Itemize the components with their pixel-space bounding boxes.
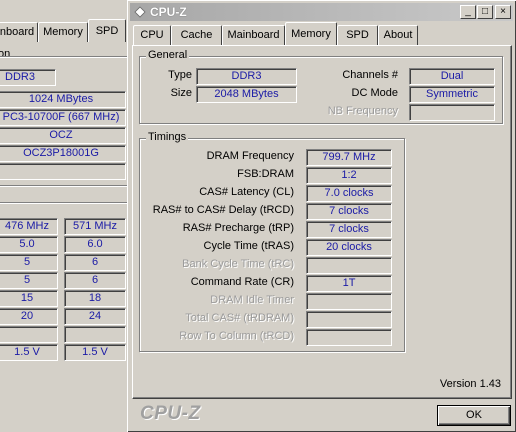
bg-memory-type: DDR3 [0, 69, 56, 86]
cpuz-brand-logo: CPU-Z [140, 403, 201, 424]
channels-value: Dual [409, 68, 495, 85]
bg-serial-number [0, 163, 126, 180]
minimize-button[interactable]: _ [460, 5, 476, 19]
nb-frequency-value [409, 104, 495, 121]
bg-module-size: 1024 MBytes [0, 91, 126, 108]
bg-manufacturer: OCZ [0, 127, 126, 144]
timing-value [306, 311, 392, 328]
timing-label: DRAM Idle Timer [210, 294, 294, 306]
type-value: DDR3 [196, 68, 297, 85]
cpuz-window: CPU-Z _ □ × CPU Cache Mainboard Memory S… [127, 0, 516, 432]
dc-mode-label: DC Mode [351, 87, 398, 99]
version-label: Version 1.43 [439, 378, 501, 390]
bg-spd-timing-cell: 476 MHz [0, 218, 58, 235]
timing-value: 7.0 clocks [306, 185, 392, 202]
bg-spd-timing-cell: 1.5 V [0, 344, 58, 361]
bg-spd-timing-cell: 6 [64, 272, 126, 289]
bg-spd-timing-cell: 1.5 V [64, 344, 126, 361]
timing-label: DRAM Frequency [206, 150, 294, 162]
timing-value: 20 clocks [306, 239, 392, 256]
close-icon: × [500, 6, 506, 17]
bg-spd-timing-cell: 5 [0, 254, 58, 271]
timing-value: 1T [306, 275, 392, 292]
memory-panel: General Type DDR3 Size 2048 MBytes Chann… [132, 45, 512, 399]
tab-memory[interactable]: Memory [285, 22, 337, 45]
timing-value [306, 257, 392, 274]
tab-about[interactable]: About [378, 25, 418, 45]
bg-spd-timing-cell [0, 326, 58, 343]
bg-spd-timing-cell: 6.0 [64, 236, 126, 253]
bg-section-label: on [0, 48, 11, 60]
divider [0, 202, 128, 204]
background-cpuz-window: nboard Memory SPD on DDR3 1024 MBytes PC… [0, 0, 140, 432]
bg-tab-mainboard[interactable]: nboard [0, 22, 38, 42]
timing-value: 799.7 MHz [306, 149, 392, 166]
bg-spd-timing-cell: 571 MHz [64, 218, 126, 235]
timing-value [306, 293, 392, 310]
tab-strip: CPU Cache Mainboard Memory SPD About [133, 22, 513, 45]
type-label: Type [168, 69, 192, 81]
timing-label: Row To Column (tRCD) [179, 330, 294, 342]
close-button[interactable]: × [495, 5, 511, 19]
maximize-icon: □ [481, 6, 489, 17]
dc-mode-value: Symmetric [409, 86, 495, 103]
bg-spd-timing-cell: 5.0 [0, 236, 58, 253]
minimize-icon: _ [465, 6, 471, 17]
bg-max-bandwidth: PC3-10700F (667 MHz) [0, 109, 126, 126]
divider [0, 185, 128, 187]
timing-value: 7 clocks [306, 221, 392, 238]
bg-tab-memory[interactable]: Memory [38, 22, 88, 42]
timing-label: Command Rate (CR) [190, 276, 294, 288]
size-label: Size [170, 87, 192, 99]
window-title: CPU-Z [150, 5, 187, 19]
bg-spd-timing-cell: 15 [0, 290, 58, 307]
timing-label: FSB:DRAM [237, 168, 294, 180]
general-group: General Type DDR3 Size 2048 MBytes Chann… [139, 49, 503, 124]
timing-label: RAS# to CAS# Delay (tRCD) [152, 204, 294, 216]
bg-spd-timing-cell: 24 [64, 308, 126, 325]
bg-part-number: OCZ3P18001G [0, 145, 126, 162]
timing-label: RAS# Precharge (tRP) [182, 222, 294, 234]
timing-label: Bank Cycle Time (tRC) [182, 258, 294, 270]
size-value: 2048 MBytes [196, 86, 297, 103]
nb-frequency-label: NB Frequency [327, 105, 398, 117]
tab-cache[interactable]: Cache [171, 25, 222, 45]
general-group-title: General [146, 49, 190, 61]
bg-spd-timing-cell: 20 [0, 308, 58, 325]
bg-spd-timing-cell: 5 [0, 272, 58, 289]
timing-label: Total CAS# (tRDRAM) [185, 312, 294, 324]
timing-label: CAS# Latency (CL) [199, 186, 294, 198]
ok-button[interactable]: OK [437, 405, 511, 426]
timing-label: Cycle Time (tRAS) [203, 240, 294, 252]
tab-cpu[interactable]: CPU [133, 25, 171, 45]
timings-group-title: Timings [146, 131, 189, 143]
timing-value: 1:2 [306, 167, 392, 184]
maximize-button[interactable]: □ [477, 5, 493, 19]
bg-spd-panel: on DDR3 1024 MBytes PC3-10700F (667 MHz)… [0, 42, 135, 422]
bg-spd-timing-cell: 6 [64, 254, 126, 271]
timing-value: 7 clocks [306, 203, 392, 220]
title-bar[interactable]: CPU-Z _ □ × [130, 3, 513, 21]
timings-group: Timings DRAM Frequency 799.7 MHz FSB:DRAM 1… [139, 131, 405, 352]
bg-spd-timing-cell [64, 326, 126, 343]
divider [0, 56, 128, 58]
bg-tab-spd[interactable]: SPD [88, 19, 126, 42]
timing-value [306, 329, 392, 346]
tab-mainboard[interactable]: Mainboard [222, 25, 285, 45]
cpuz-app-icon [134, 6, 146, 18]
channels-label: Channels # [342, 69, 398, 81]
tab-spd[interactable]: SPD [337, 25, 378, 45]
bg-spd-timing-cell: 18 [64, 290, 126, 307]
